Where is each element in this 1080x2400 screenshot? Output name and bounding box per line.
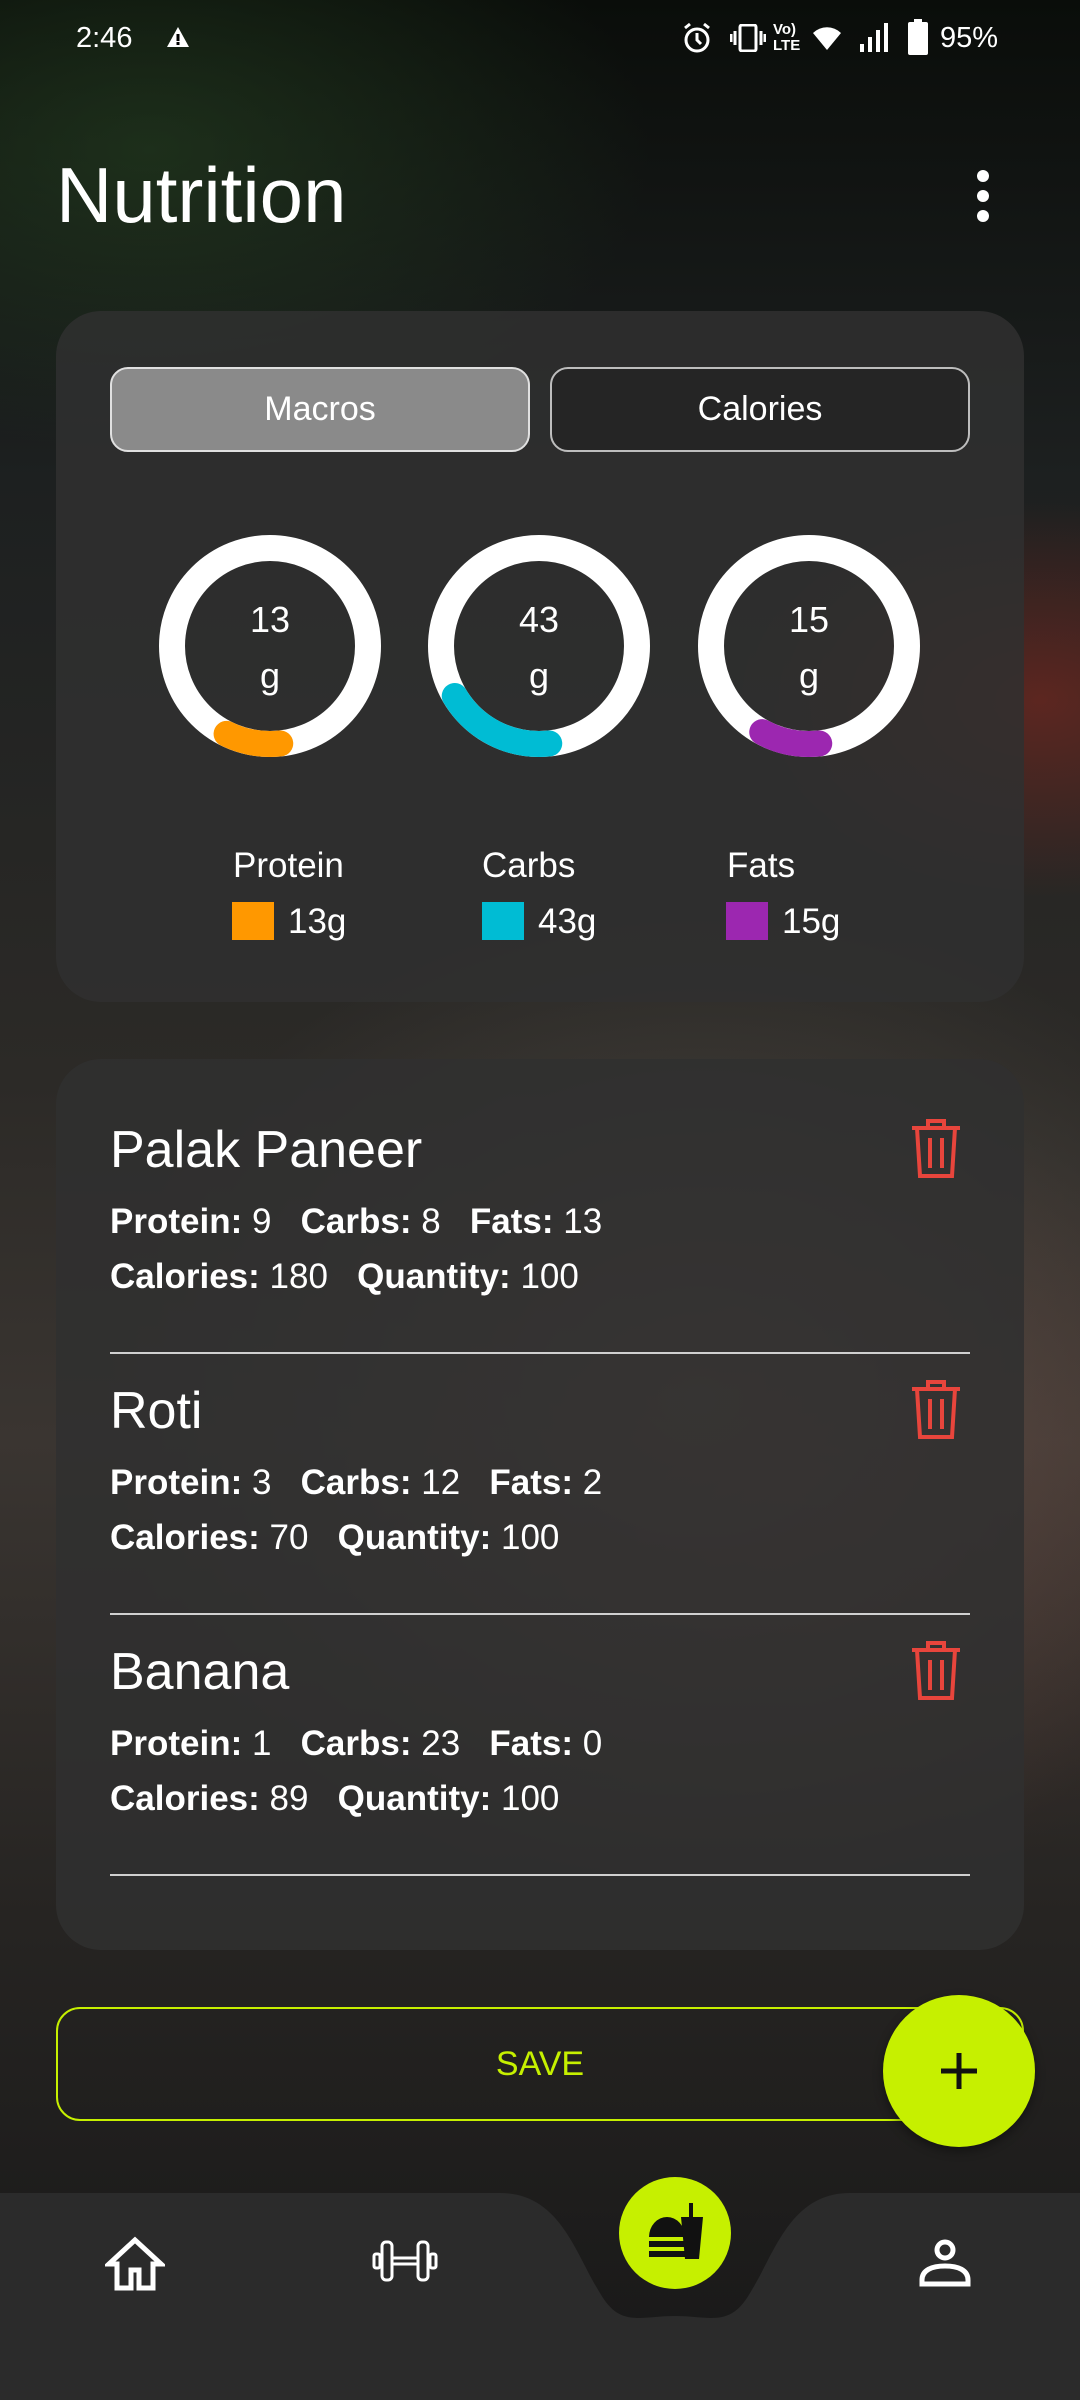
food-calories-quantity: Calories: 89 Quantity: 100 (110, 1779, 560, 1818)
ring-carbs-value: 43 g (518, 599, 560, 696)
divider (110, 1352, 970, 1354)
food-macros: Protein: 3 Carbs: 12 Fats: 2 (110, 1463, 603, 1502)
legend-protein-swatch (232, 902, 274, 940)
food-name: Palak Paneer (110, 1121, 423, 1179)
home-icon[interactable] (105, 2236, 165, 2292)
legend-fats-swatch (726, 902, 768, 940)
save-button[interactable]: SAVE (56, 2007, 1024, 2121)
divider (110, 1874, 970, 1876)
food-name: Roti (110, 1382, 203, 1440)
legend-fats-value: 15g (782, 902, 841, 941)
delete-icon[interactable] (908, 1116, 964, 1180)
dumbbell-icon[interactable] (372, 2238, 438, 2284)
ring-fats-value: 15 g (788, 599, 830, 696)
legend-carbs-swatch (482, 902, 524, 940)
plus-icon (941, 2053, 977, 2089)
divider (110, 1613, 970, 1615)
legend-carbs-label: Carbs (482, 846, 576, 885)
fastfood-icon (649, 2203, 703, 2259)
food-name: Banana (110, 1643, 290, 1701)
ring-protein-value: 13 g (249, 599, 291, 696)
person-icon[interactable] (918, 2238, 972, 2288)
bottom-nav (0, 2193, 1080, 2400)
delete-icon[interactable] (908, 1377, 964, 1441)
legend-fats-label: Fats (727, 846, 796, 885)
legend-protein-value: 13g (288, 902, 347, 941)
ring-progress-arc (749, 719, 833, 757)
nav-nutrition[interactable] (619, 2177, 731, 2289)
add-food-button[interactable] (883, 1995, 1035, 2147)
food-macros: Protein: 9 Carbs: 8 Fats: 13 (110, 1202, 603, 1241)
ring-progress-arc (213, 720, 294, 757)
legend-protein-label: Protein (233, 846, 344, 885)
legend-carbs-value: 43g (538, 902, 597, 941)
food-macros: Protein: 1 Carbs: 23 Fats: 0 (110, 1724, 603, 1763)
food-calories-quantity: Calories: 180 Quantity: 100 (110, 1257, 579, 1296)
food-calories-quantity: Calories: 70 Quantity: 100 (110, 1518, 560, 1557)
save-label: SAVE (495, 2044, 585, 2083)
delete-icon[interactable] (908, 1638, 964, 1702)
